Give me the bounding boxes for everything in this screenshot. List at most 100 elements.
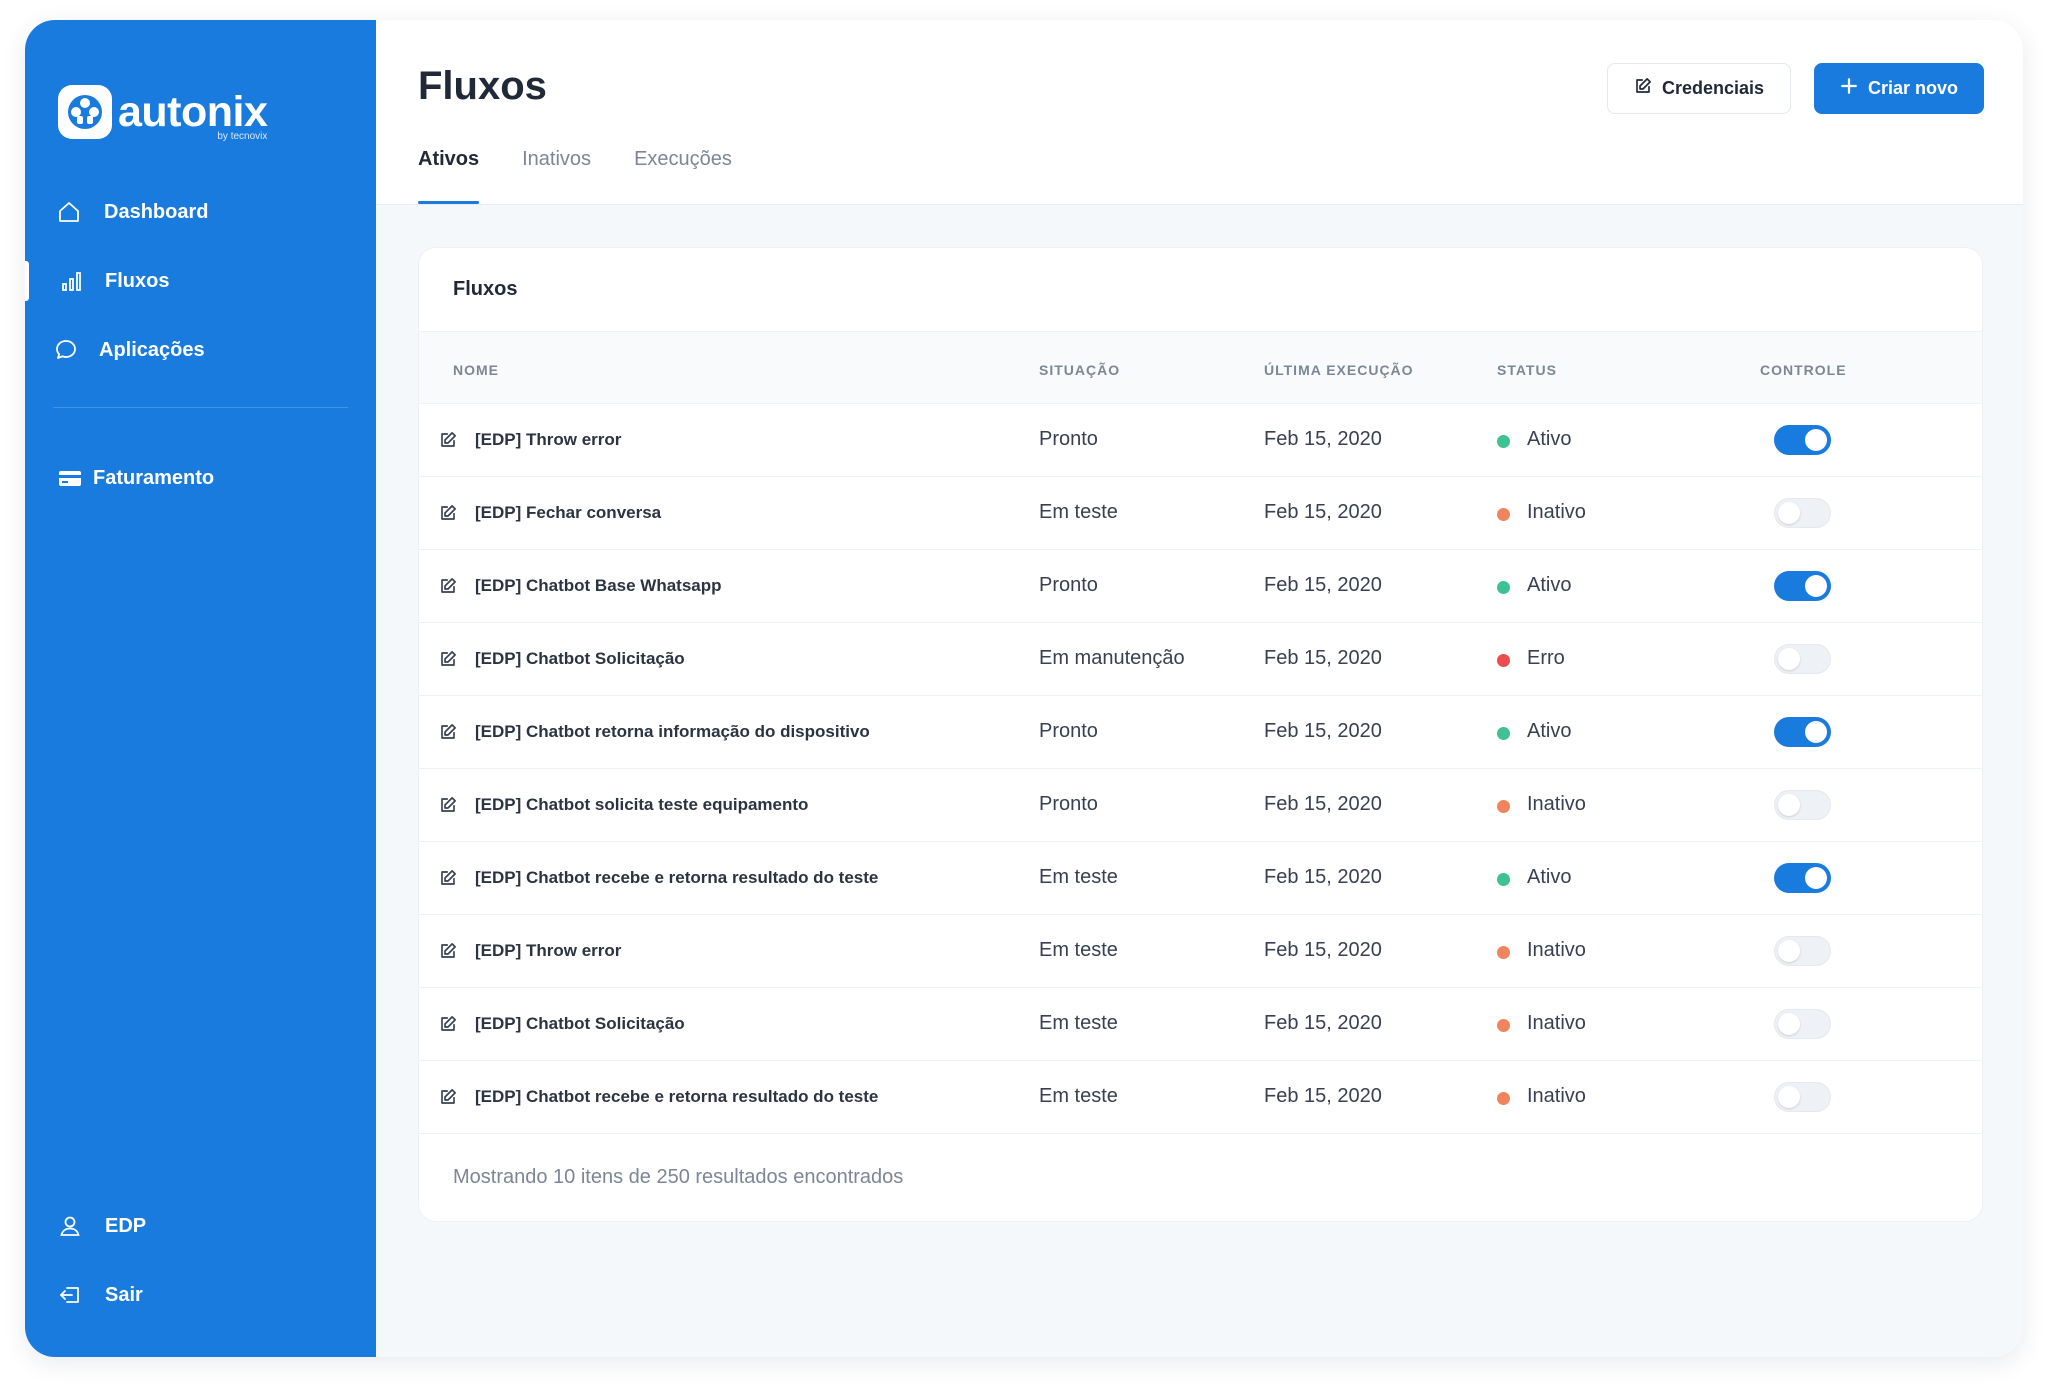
sidebar-item-label: Fluxos (105, 269, 170, 292)
toggle-knob (1805, 867, 1827, 889)
app-window: autonix by tecnovix Dashboard Fluxos Apl… (25, 20, 2023, 1357)
flow-toggle[interactable] (1774, 1009, 1831, 1039)
flow-toggle[interactable] (1774, 498, 1831, 528)
create-new-button[interactable]: Criar novo (1814, 63, 1984, 114)
flow-situation: Em teste (1039, 1085, 1118, 1107)
tab-bar: Ativos Inativos Execuções (418, 148, 775, 205)
toggle-knob (1805, 721, 1827, 743)
flow-toggle[interactable] (1774, 1082, 1831, 1112)
flow-toggle[interactable] (1774, 425, 1831, 455)
sidebar-item-label: EDP (105, 1214, 147, 1237)
flow-situation: Pronto (1039, 720, 1098, 742)
sidebar-item-logout[interactable]: Sair (25, 1270, 376, 1320)
home-icon (56, 199, 82, 225)
table-row: [EDP] Fechar conversa Em teste Feb 15, 202… (419, 477, 1982, 550)
status-badge: Ativo (1527, 574, 1572, 596)
flow-toggle[interactable] (1774, 790, 1831, 820)
status-badge: Ativo (1527, 866, 1572, 888)
flow-last-run: Feb 15, 2020 (1264, 501, 1382, 523)
sidebar-item-faturamento[interactable]: Faturamento (25, 453, 376, 503)
status-badge: Ativo (1527, 428, 1572, 450)
flow-name[interactable]: [EDP] Chatbot Solicitação (475, 649, 685, 669)
edit-icon[interactable] (439, 869, 457, 887)
edit-icon[interactable] (439, 504, 457, 522)
flow-name[interactable]: [EDP] Fechar conversa (475, 503, 661, 523)
flow-situation: Em teste (1039, 501, 1118, 523)
edit-icon[interactable] (439, 650, 457, 668)
flow-situation: Em teste (1039, 1012, 1118, 1034)
flow-name[interactable]: [EDP] Chatbot Solicitação (475, 1014, 685, 1034)
toggle-knob (1778, 1086, 1800, 1108)
toggle-knob (1778, 940, 1800, 962)
status-dot (1497, 1019, 1510, 1032)
flow-name[interactable]: [EDP] Chatbot retorna informação do disp… (475, 722, 870, 742)
pagination-summary: Mostrando 10 itens de 250 resultados enc… (453, 1166, 904, 1188)
flow-toggle[interactable] (1774, 863, 1831, 893)
status-dot (1497, 946, 1510, 959)
sidebar-item-fluxos[interactable]: Fluxos (25, 256, 376, 306)
column-header-situacao[interactable]: SITUAÇÃO (1039, 362, 1120, 378)
toggle-knob (1778, 502, 1800, 524)
brand-logo[interactable]: autonix by tecnovix (58, 85, 268, 142)
chat-bubble-icon (53, 337, 79, 363)
sidebar-item-user[interactable]: EDP (25, 1201, 376, 1251)
tab-execucoes[interactable]: Execuções (634, 148, 732, 205)
sidebar-divider (53, 407, 348, 408)
flow-toggle[interactable] (1774, 571, 1831, 601)
table-row: [EDP] Chatbot Base Whatsapp Pronto Feb 15,… (419, 550, 1982, 623)
table-row: [EDP] Chatbot recebe e retorna resultado… (419, 842, 1982, 915)
flow-last-run: Feb 15, 2020 (1264, 428, 1382, 450)
column-header-controle[interactable]: CONTROLE (1760, 362, 1847, 378)
edit-icon[interactable] (439, 431, 457, 449)
edit-icon[interactable] (439, 1015, 457, 1033)
sidebar-item-aplicacoes[interactable]: Aplicações (25, 325, 376, 375)
status-dot (1497, 800, 1510, 813)
table-row: [EDP] Chatbot solicita teste equipamento… (419, 769, 1982, 842)
flows-table-card: Fluxos NOME SITUAÇÃO ÚLTIMA EXECUÇÃO STA… (418, 247, 1983, 1222)
column-header-status[interactable]: STATUS (1497, 362, 1557, 378)
flow-toggle[interactable] (1774, 644, 1831, 674)
column-header-nome[interactable]: NOME (453, 362, 499, 378)
page-header: Fluxos Credenciais Criar novo Ativos Ina… (376, 20, 2023, 205)
flow-last-run: Feb 15, 2020 (1264, 793, 1382, 815)
status-dot (1497, 581, 1510, 594)
toggle-knob (1778, 648, 1800, 670)
create-new-button-label: Criar novo (1867, 78, 1959, 98)
edit-icon (1634, 77, 1652, 100)
column-header-ultima-execucao[interactable]: ÚLTIMA EXECUÇÃO (1264, 362, 1414, 378)
flow-name[interactable]: [EDP] Chatbot solicita teste equipamento (475, 795, 808, 815)
status-dot (1497, 435, 1510, 448)
flow-last-run: Feb 15, 2020 (1264, 1085, 1382, 1107)
edit-icon[interactable] (439, 1088, 457, 1106)
flow-name[interactable]: [EDP] Throw error (475, 430, 621, 450)
tab-inativos[interactable]: Inativos (522, 148, 591, 205)
table-row: [EDP] Chatbot Solicitação Em teste Feb 15,… (419, 988, 1982, 1061)
flow-situation: Pronto (1039, 574, 1098, 596)
flow-last-run: Feb 15, 2020 (1264, 574, 1382, 596)
flow-last-run: Feb 15, 2020 (1264, 647, 1382, 669)
flow-name[interactable]: [EDP] Chatbot Base Whatsapp (475, 576, 722, 596)
table-header: NOME SITUAÇÃO ÚLTIMA EXECUÇÃO STATUS CON… (419, 331, 1982, 404)
edit-icon[interactable] (439, 796, 457, 814)
flow-toggle[interactable] (1774, 936, 1831, 966)
edit-icon[interactable] (439, 723, 457, 741)
toggle-knob (1778, 794, 1800, 816)
bar-chart-icon (59, 268, 85, 294)
edit-icon[interactable] (439, 577, 457, 595)
brand-tagline: by tecnovix (217, 130, 268, 142)
flow-name[interactable]: [EDP] Chatbot recebe e retorna resultado… (475, 1087, 878, 1107)
page-title: Fluxos (418, 64, 547, 108)
sidebar-item-dashboard[interactable]: Dashboard (25, 187, 376, 237)
credentials-button[interactable]: Credenciais (1607, 63, 1791, 114)
flow-name[interactable]: [EDP] Chatbot recebe e retorna resultado… (475, 868, 878, 888)
flow-name[interactable]: [EDP] Throw error (475, 941, 621, 961)
table-row: [EDP] Chatbot Solicitação Em manutenção Fe… (419, 623, 1982, 696)
status-badge: Inativo (1527, 939, 1586, 961)
status-badge: Inativo (1527, 793, 1586, 815)
flow-last-run: Feb 15, 2020 (1264, 1012, 1382, 1034)
edit-icon[interactable] (439, 942, 457, 960)
tab-ativos[interactable]: Ativos (418, 148, 480, 205)
credentials-button-label: Credenciais (1661, 78, 1765, 98)
toggle-knob (1805, 429, 1827, 451)
flow-toggle[interactable] (1774, 717, 1831, 747)
